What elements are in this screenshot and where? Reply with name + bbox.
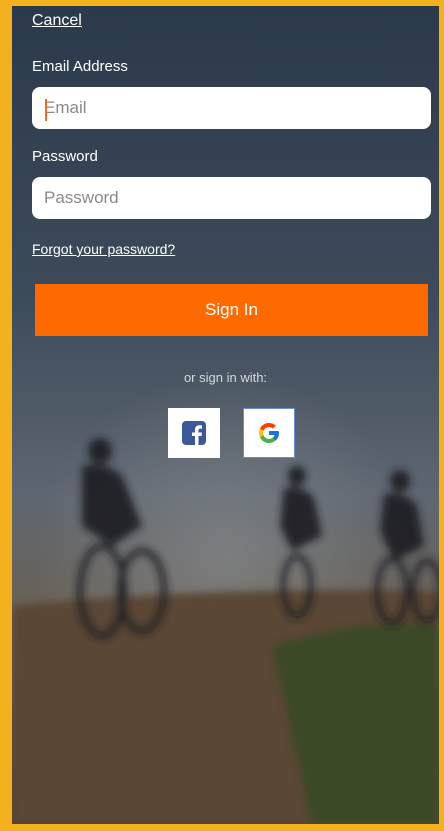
cancel-link[interactable]: Cancel — [32, 12, 82, 30]
text-cursor — [45, 99, 47, 121]
facebook-sign-in-button[interactable] — [168, 408, 220, 458]
google-sign-in-button[interactable] — [243, 408, 295, 458]
social-divider-text: or sign in with: — [183, 370, 268, 385]
sign-in-button[interactable]: Sign In — [35, 284, 428, 336]
device-frame: Cancel Email Address Password Forgot you… — [0, 0, 444, 831]
password-label: Password — [32, 148, 98, 165]
email-input[interactable] — [32, 87, 431, 129]
google-icon — [259, 423, 279, 443]
email-label: Email Address — [32, 58, 128, 75]
facebook-icon — [182, 421, 206, 445]
password-input[interactable] — [32, 177, 431, 219]
forgot-password-link[interactable]: Forgot your password? — [32, 241, 175, 257]
login-screen: Cancel Email Address Password Forgot you… — [12, 6, 439, 824]
